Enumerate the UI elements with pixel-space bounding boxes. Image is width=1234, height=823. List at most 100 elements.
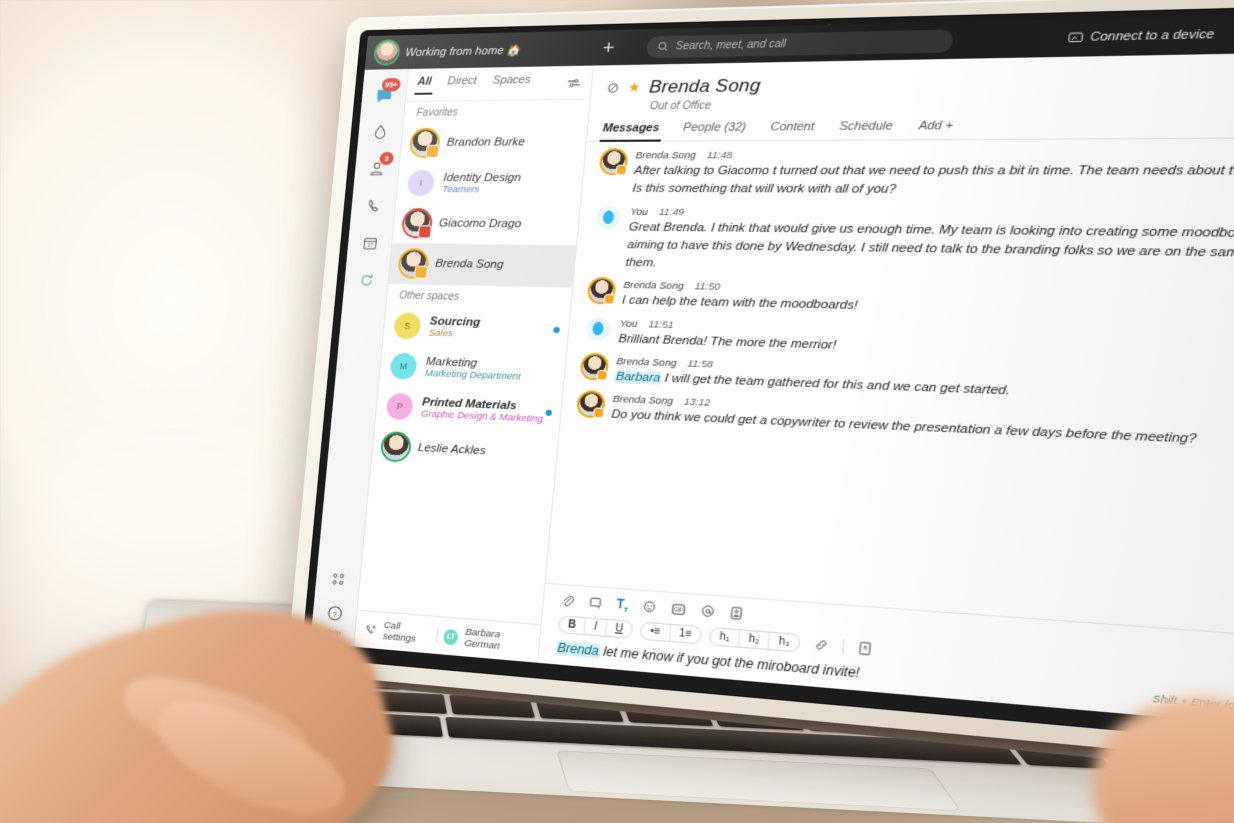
avatar [588,279,616,305]
conversation-name: Sourcing [429,314,481,329]
search-placeholder: Search, meet, and call [675,38,787,53]
avatar: LT [443,628,459,645]
rail-item-calling[interactable] [357,189,390,223]
section-favorites-title: Favorites [403,98,590,123]
tab-schedule[interactable]: Schedule [838,120,893,140]
app-window: Working from home 🏠 + Search, meet, and … [310,11,1234,731]
bullet-list-button[interactable]: •≡ [640,622,672,641]
heading-3-button[interactable]: h₃ [769,633,800,652]
conversation-item-identity-design[interactable]: I Identity Design Teamers [396,163,584,204]
conversation-subtitle: Marketing Department [424,367,522,383]
svg-text:M: M [863,646,867,653]
emoji-icon[interactable] [642,600,657,615]
numbered-list-button[interactable]: 1≡ [670,625,702,643]
avatar [585,316,611,341]
message-author: You [629,205,649,218]
message-time: 11:58 [686,357,714,371]
attach-icon[interactable] [560,594,575,609]
tab-people[interactable]: People (32) [682,121,747,140]
gif-icon[interactable]: GIF [671,602,688,616]
tab-content[interactable]: Content [769,120,815,140]
rail-item-contacts[interactable]: 3 [360,151,395,186]
conversation-item-brenda-song[interactable]: Brenda Song [388,243,577,287]
badge-contacts: 3 [379,151,395,165]
svg-text:?: ? [332,608,337,618]
avatar [581,354,609,381]
rail-item-help[interactable]: ? [319,600,351,626]
message-list[interactable]: Brenda Song 11:48 After talking to Giaco… [546,138,1234,639]
bold-button[interactable]: B [558,616,587,635]
device-icon [1067,31,1083,44]
rail-item-apps[interactable] [322,561,355,597]
favorite-star-icon[interactable]: ★ [627,79,641,96]
avatar [410,129,440,158]
badge-messaging: 99+ [381,78,402,92]
unread-dot [553,326,560,334]
conversation-subtitle: Teamers [441,183,480,195]
conversation-item-brandon-burke[interactable]: Brandon Burke [400,121,588,163]
avatar: S [393,312,422,340]
conversation-name: Identity Design [442,171,522,184]
unread-dot [545,409,553,417]
page-title: Brenda Song [648,74,762,97]
message-text: After talking to Giacomo t turned out th… [631,164,1234,197]
message-time: 11:50 [694,281,721,294]
message-text: Great Brenda. I think that would give us… [624,220,1234,270]
message-author: Brenda Song [612,393,674,408]
code-block-icon[interactable]: M [851,638,879,659]
conversation-item-sourcing[interactable]: S Sourcing Sales [383,305,570,351]
conversation-name: Brenda Song [434,257,505,272]
underline-button[interactable]: U [606,620,633,638]
list-tab-spaces[interactable]: Spaces [492,73,531,93]
message-time: 11:49 [658,206,685,218]
italic-button[interactable]: I [584,618,608,636]
apps-grid-icon [330,571,346,587]
avatar[interactable] [375,41,399,64]
conversation-item-marketing[interactable]: M Marketing Marketing Department [379,345,566,392]
filter-sort-icon[interactable] [567,77,582,89]
refresh-circle-icon [357,271,375,288]
avatar [399,250,429,279]
search-input[interactable]: Search, meet, and call [645,28,954,58]
mention-icon[interactable] [700,604,716,619]
teams-droplet-icon [371,123,390,141]
list-tab-all[interactable]: All [416,75,432,94]
message-time: 11:51 [647,318,675,331]
conversation-name: Leslie Ackles [417,441,487,458]
app-card-icon[interactable] [729,606,744,621]
new-item-button[interactable]: + [602,37,616,59]
current-user-name[interactable]: Barbara German [464,626,531,654]
heading-1-button[interactable]: h₁ [709,628,741,647]
message-time: 11:48 [706,149,733,162]
connect-to-device-button[interactable]: Connect to a device [1067,28,1215,45]
heading-2-button[interactable]: h₂ [738,630,771,650]
message-item: Brenda Song 11:48 After talking to Giaco… [598,148,1234,203]
mention-chip[interactable]: Brenda [555,640,601,659]
tab-add[interactable]: Add + [917,119,954,139]
conversation-item-giacomo-drago[interactable]: Giacomo Drago [392,203,580,245]
calendar-17-icon: 17 [361,234,379,251]
avatar [381,433,411,461]
screen-capture-icon[interactable] [588,596,603,611]
mention-chip[interactable]: Barbara [614,370,662,385]
conversation-subtitle: Sales [428,326,454,339]
rail-item-teams[interactable] [364,115,397,149]
conversation-item-leslie-ackles[interactable]: Leslie Ackles [371,426,558,476]
svg-text:GIF: GIF [674,607,683,613]
link-icon[interactable] [807,635,835,656]
format-text-icon[interactable]: Tт [616,596,630,614]
laptop-lid: Working from home 🏠 + Search, meet, and … [286,0,1234,770]
avatar [600,150,628,176]
rail-item-sync[interactable] [350,262,383,297]
rail-item-meetings[interactable]: 17 [353,226,386,260]
rail-item-messaging[interactable]: 99+ [367,78,402,112]
call-settings-label[interactable]: Call settings [382,620,430,646]
message-author: Brenda Song [635,149,697,162]
tab-messages[interactable]: Messages [602,122,660,141]
user-status[interactable]: Working from home 🏠 [405,43,522,59]
conversation-name: Brandon Burke [446,136,526,149]
mute-bell-icon[interactable] [606,81,620,94]
help-question-icon: ? [325,604,343,622]
svg-text:17: 17 [367,242,373,248]
list-tab-direct[interactable]: Direct [446,74,477,94]
